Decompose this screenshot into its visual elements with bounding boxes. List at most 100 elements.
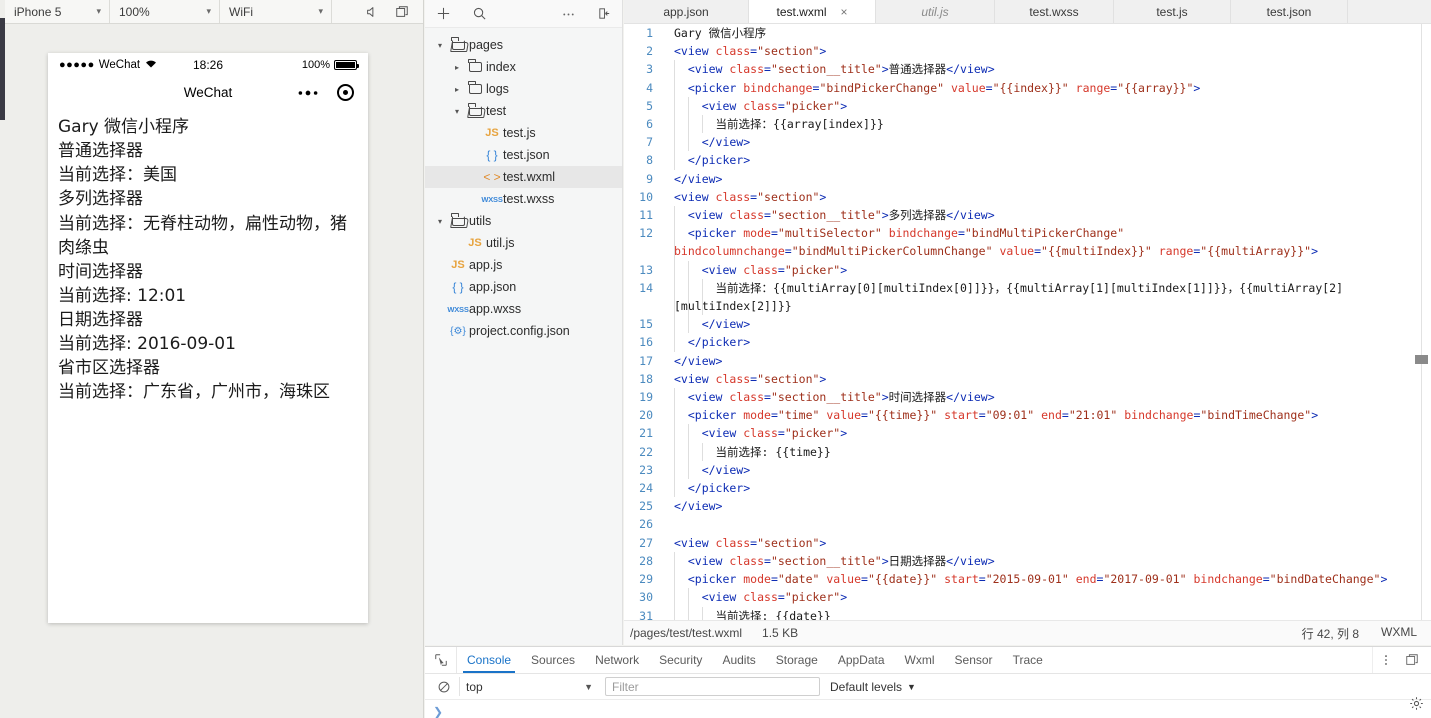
code-line-text[interactable]: <view class="picker"> [664, 424, 1431, 443]
gear-icon[interactable] [1407, 694, 1425, 712]
code-line-text[interactable]: <picker bindchange = "bindPickerChange" va… [664, 78, 1431, 97]
devtools-tab-trace[interactable]: Trace [1003, 647, 1053, 673]
code-line[interactable]: 25 </view> [624, 497, 1431, 515]
code-line-text[interactable]: </view> [664, 133, 1431, 152]
code-line-text[interactable]: <view class="section__title">普通选择器</view… [664, 60, 1431, 79]
code-line-text[interactable]: 当前选择: {{time}} [664, 442, 1431, 461]
code-line[interactable]: 15 </view> [624, 315, 1431, 334]
language-mode-label[interactable]: WXML [1381, 625, 1417, 642]
code-line[interactable]: 3 <view class="section__title">普通选择器</vi… [624, 60, 1431, 79]
editor-scrollbar-track[interactable] [1421, 24, 1422, 624]
target-icon[interactable] [337, 84, 354, 101]
dock-panel-icon[interactable] [1399, 653, 1425, 667]
chevron-right-icon[interactable]: ▸ [450, 63, 464, 72]
editor-tab-test-wxss[interactable]: test.wxss [995, 0, 1114, 23]
code-line-text[interactable]: </picker> [664, 333, 1431, 352]
code-line-text[interactable]: <view class="section"> [664, 370, 1431, 388]
console-output[interactable]: ❯ [425, 700, 1431, 718]
code-line[interactable]: 17 </view> [624, 352, 1431, 370]
devtools-tab-appdata[interactable]: AppData [828, 647, 895, 673]
tree-item-utils[interactable]: ▾ utils [425, 210, 622, 232]
window-icon[interactable] [387, 0, 417, 23]
code-line-text[interactable]: 当前选择：{{array[index]}} [664, 115, 1431, 134]
code-line-text[interactable]: <view class="section"> [664, 534, 1431, 552]
tree-item-test-js[interactable]: JS test.js [425, 122, 622, 144]
code-line[interactable]: 22 当前选择: {{time}} [624, 442, 1431, 461]
code-line[interactable]: 4 <picker bindchange = "bindPickerChange" … [624, 78, 1431, 97]
code-line-text[interactable]: <view class="picker"> [664, 260, 1431, 279]
tree-item-logs[interactable]: ▸ logs [425, 78, 622, 100]
code-line[interactable]: 5 <view class="picker"> [624, 96, 1431, 116]
console-filter-input[interactable] [605, 677, 820, 696]
code-line[interactable]: 23 </view> [624, 460, 1431, 480]
tree-item-app-json[interactable]: { } app.json [425, 276, 622, 298]
code-line[interactable]: 1 Gary 微信小程序 [624, 24, 1431, 42]
code-line[interactable]: 20 <picker mode="time" value="{{time}}" … [624, 406, 1431, 425]
tree-item-test[interactable]: ▾ test [425, 100, 622, 122]
tree-item-util-js[interactable]: JS util.js [425, 232, 622, 254]
speaker-icon[interactable] [357, 0, 387, 23]
device-select[interactable]: iPhone 5 ▾ [5, 0, 110, 23]
tree-item-test-json[interactable]: { } test.json [425, 144, 622, 166]
code-line-text[interactable]: </view> [664, 460, 1431, 480]
code-line-text[interactable]: </view> [664, 352, 1431, 370]
code-line[interactable]: 30 <view class="picker"> [624, 588, 1431, 607]
code-line[interactable]: 29 <picker mode="date" value="{{date}}" … [624, 570, 1431, 589]
file-tree[interactable]: ▾ pages ▸ index ▸ logs ▾ test JS test.js { } test.j… [425, 28, 622, 645]
devtools-tab-sources[interactable]: Sources [521, 647, 585, 673]
tree-item-test-wxml[interactable]: < > test.wxml [425, 166, 622, 188]
code-line[interactable]: 12 <picker mode="multiSelector" bindchan… [624, 224, 1431, 261]
editor-tab-test-json[interactable]: test.json [1231, 0, 1348, 23]
code-line[interactable]: 8 </picker> [624, 151, 1431, 170]
editor-tab-test-wxml[interactable]: test.wxml × [749, 0, 876, 23]
code-line-text[interactable]: </picker> [664, 479, 1431, 498]
code-line-text[interactable]: <view class="section__title">多列选择器</view… [664, 206, 1431, 225]
code-line-text[interactable]: <view class="section__title">时间选择器</view… [664, 388, 1431, 407]
network-select[interactable]: WiFi ▾ [220, 0, 332, 23]
collapse-panel-icon[interactable] [586, 0, 622, 28]
code-content[interactable]: 1 Gary 微信小程序 2 <view class="section"> 3 <vie… [624, 24, 1431, 620]
code-line[interactable]: 18 <view class="section"> [624, 370, 1431, 388]
inspect-element-icon[interactable] [425, 647, 457, 673]
code-line[interactable]: 27 <view class="section"> [624, 534, 1431, 552]
code-line-text[interactable]: <picker mode="time" value="{{time}}" sta… [664, 406, 1431, 425]
code-line-text[interactable]: 当前选择: {{date}} [664, 606, 1431, 620]
code-line[interactable]: 13 <view class="picker"> [624, 260, 1431, 279]
editor-tab-app-json[interactable]: app.json [624, 0, 749, 23]
code-line[interactable]: 21 <view class="picker"> [624, 424, 1431, 443]
code-line-text[interactable]: <view class="section"> [664, 42, 1431, 60]
code-line[interactable]: 24 </picker> [624, 479, 1431, 498]
tree-item-pages[interactable]: ▾ pages [425, 34, 622, 56]
code-line[interactable]: 26 [624, 515, 1431, 533]
code-line[interactable]: 2 <view class="section"> [624, 42, 1431, 60]
code-line-text[interactable]: Gary 微信小程序 [664, 24, 1431, 42]
console-levels-select[interactable]: Default levels ▼ [830, 680, 916, 694]
code-line-text[interactable]: </view> [664, 315, 1431, 334]
code-line[interactable]: 28 <view class="section__title">日期选择器</v… [624, 551, 1431, 571]
code-line-text[interactable]: </picker> [664, 151, 1431, 170]
code-line-text[interactable]: <view class="section__title">日期选择器</view… [664, 551, 1431, 571]
code-line[interactable]: 19 <view class="section__title">时间选择器</v… [624, 388, 1431, 407]
ellipsis-icon[interactable] [550, 0, 586, 28]
chevron-right-icon[interactable]: ▸ [450, 85, 464, 94]
more-dots-icon[interactable] [297, 86, 319, 99]
code-line[interactable]: 31 当前选择: {{date}} [624, 606, 1431, 620]
devtools-tab-wxml[interactable]: Wxml [895, 647, 945, 673]
code-line-text[interactable]: 当前选择：{{multiArray[0][multiIndex[0]]}}，{{… [664, 278, 1431, 316]
chevron-down-icon[interactable]: ▾ [450, 107, 464, 116]
code-line-text[interactable]: </view> [664, 497, 1431, 515]
add-file-button[interactable] [425, 0, 461, 28]
tree-item-project-config-json[interactable]: {⚙} project.config.json [425, 320, 622, 342]
devtools-tab-security[interactable]: Security [649, 647, 712, 673]
devtools-tab-storage[interactable]: Storage [766, 647, 828, 673]
code-line[interactable]: 10 <view class="section"> [624, 188, 1431, 206]
clear-console-icon[interactable] [429, 680, 459, 694]
tree-item-index[interactable]: ▸ index [425, 56, 622, 78]
editor-tab-test-js[interactable]: test.js [1114, 0, 1231, 23]
chevron-down-icon[interactable]: ▾ [433, 217, 447, 226]
tree-item-test-wxss[interactable]: WXSS test.wxss [425, 188, 622, 210]
editor-scrollbar-thumb[interactable] [1415, 355, 1428, 364]
devtools-tab-sensor[interactable]: Sensor [945, 647, 1003, 673]
code-line-text[interactable]: </view> [664, 170, 1431, 188]
search-icon[interactable] [461, 0, 497, 28]
